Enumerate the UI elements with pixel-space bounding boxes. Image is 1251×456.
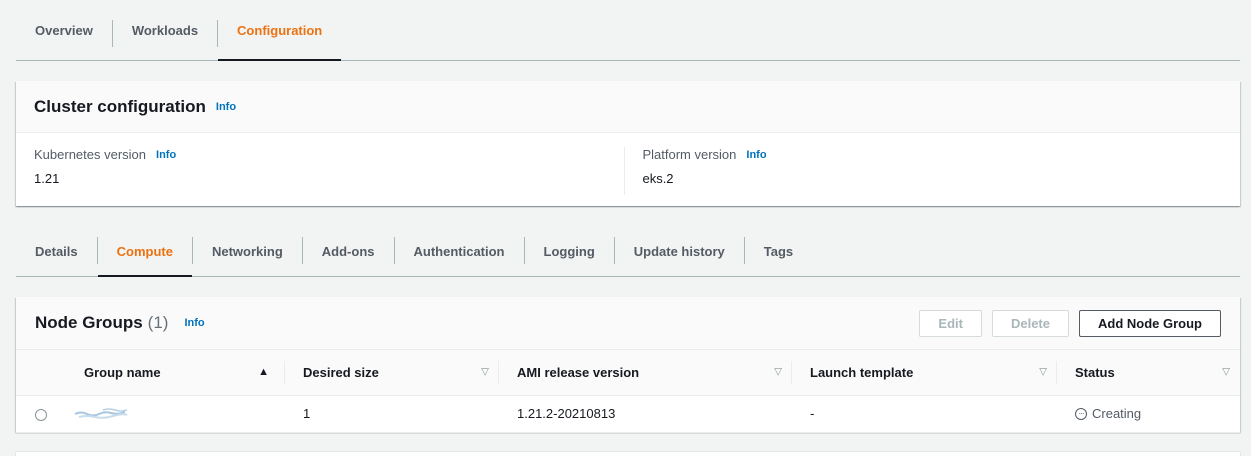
row-select-radio[interactable] — [35, 408, 47, 421]
status-text: Creating — [1092, 406, 1142, 421]
info-link[interactable]: Info — [216, 101, 236, 113]
info-link[interactable]: Info — [156, 149, 176, 161]
column-header-launch-template[interactable]: Launch template ▽ — [792, 350, 1057, 396]
sort-icon[interactable]: ▽ — [774, 367, 782, 378]
platform-version-label: Platform version — [642, 147, 737, 162]
select-column-header — [16, 350, 66, 396]
config-sub-tabs: Details Compute Networking Add-ons Authe… — [16, 226, 1240, 277]
sort-icon[interactable]: ▽ — [1222, 367, 1230, 378]
top-tabs: Overview Workloads Configuration — [16, 0, 1240, 61]
column-header-desired-size[interactable]: Desired size ▽ — [285, 350, 499, 396]
desired-size-cell: 1 — [285, 395, 499, 433]
sort-ascending-icon[interactable]: ▲ — [258, 366, 269, 378]
tab-workloads[interactable]: Workloads — [113, 0, 217, 60]
redacted-group-name[interactable] — [73, 407, 129, 421]
tab-update-history[interactable]: Update history — [615, 226, 744, 276]
tab-compute[interactable]: Compute — [97, 226, 193, 277]
edit-button[interactable]: Edit — [919, 309, 982, 337]
panel-header: Node Groups (1) Info Edit Delete Add Nod… — [16, 297, 1240, 350]
status-cell: ··· Creating — [1057, 395, 1240, 433]
column-header-ami-release-version[interactable]: AMI release version ▽ — [499, 350, 792, 396]
tab-authentication[interactable]: Authentication — [395, 226, 524, 276]
tab-tags[interactable]: Tags — [745, 226, 812, 276]
platform-version-value: eks.2 — [642, 171, 674, 186]
kubernetes-version-value: 1.21 — [34, 171, 60, 186]
tab-overview[interactable]: Overview — [16, 0, 112, 60]
sort-icon[interactable]: ▽ — [1039, 367, 1047, 378]
column-header-group-name[interactable]: Group name ▲ — [66, 350, 285, 396]
tab-details[interactable]: Details — [16, 226, 97, 276]
tab-networking[interactable]: Networking — [193, 226, 302, 276]
tab-logging[interactable]: Logging — [525, 226, 614, 276]
delete-button[interactable]: Delete — [991, 309, 1069, 337]
in-progress-icon: ··· — [1075, 407, 1087, 420]
next-panel — [16, 452, 1240, 456]
table-row[interactable]: 1 1.21.2-20210813 - ··· Creating — [16, 395, 1240, 433]
panel-title: Cluster configuration — [34, 96, 206, 116]
node-groups-panel: Node Groups (1) Info Edit Delete Add Nod… — [16, 297, 1240, 433]
tab-add-ons[interactable]: Add-ons — [303, 226, 394, 276]
node-groups-table: Group name ▲ Desired size ▽ AMI release … — [16, 350, 1240, 433]
tab-configuration[interactable]: Configuration — [218, 0, 342, 61]
info-link[interactable]: Info — [184, 317, 204, 329]
launch-template-cell: - — [792, 395, 1057, 433]
info-link[interactable]: Info — [746, 149, 766, 161]
kubernetes-version-label: Kubernetes version — [34, 147, 147, 162]
platform-version-field: Platform version Info eks.2 — [624, 147, 1222, 195]
node-group-count: (1) — [147, 313, 169, 332]
panel-header: Cluster configuration Info — [16, 81, 1240, 133]
panel-title: Node Groups — [35, 313, 143, 332]
cluster-configuration-panel: Cluster configuration Info Kubernetes ve… — [16, 81, 1240, 206]
kubernetes-version-field: Kubernetes version Info 1.21 — [34, 147, 631, 195]
ami-release-version-cell: 1.21.2-20210813 — [499, 395, 792, 433]
add-node-group-button[interactable]: Add Node Group — [1079, 309, 1221, 337]
column-header-status[interactable]: Status ▽ — [1057, 350, 1240, 396]
sort-icon[interactable]: ▽ — [481, 367, 489, 378]
